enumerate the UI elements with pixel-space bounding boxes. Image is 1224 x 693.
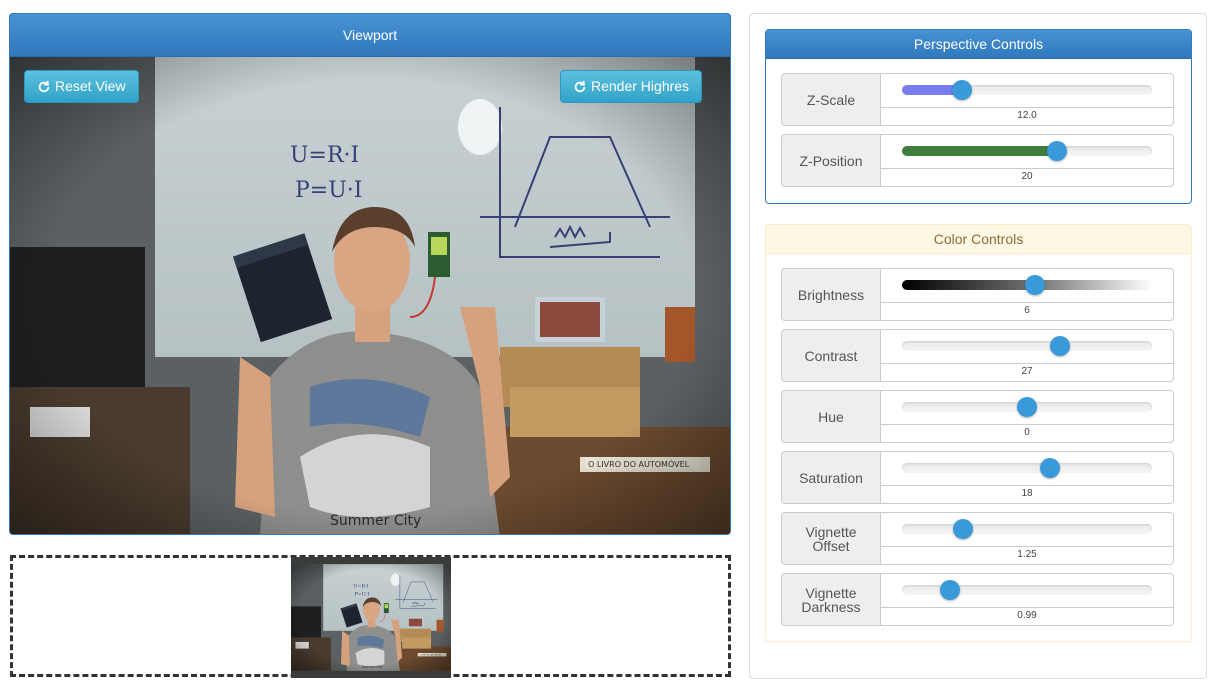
control-body: 27	[880, 329, 1174, 382]
control-row-brightness: Brightness 6	[781, 268, 1174, 321]
control-label: Brightness	[781, 268, 881, 321]
control-label: Contrast	[781, 329, 881, 382]
control-value: 27	[1021, 366, 1033, 377]
color-controls-panel: Color Controls Brightness 6 Contrast 27 Hue 0…	[765, 224, 1192, 642]
control-label: Saturation	[781, 451, 881, 504]
control-body: 18	[880, 451, 1174, 504]
slider[interactable]	[881, 330, 1173, 364]
slider-track[interactable]	[902, 141, 1152, 161]
control-value: 12.0	[1017, 110, 1037, 121]
viewport-title: Viewport	[10, 14, 730, 57]
control-value: 0.99	[1017, 610, 1037, 621]
control-body: 20	[880, 134, 1174, 187]
refresh-icon	[38, 80, 50, 92]
slider-track[interactable]	[902, 397, 1152, 417]
slider[interactable]	[881, 574, 1173, 608]
thumbnail-image[interactable]	[291, 557, 451, 678]
control-row-hue: Hue 0	[781, 390, 1174, 443]
slider-fill	[902, 146, 1057, 156]
slider-handle[interactable]	[1050, 336, 1070, 356]
viewport-canvas[interactable]: Reset View Render Highres	[10, 57, 730, 534]
slider-track[interactable]	[902, 336, 1152, 356]
control-value: 0	[1024, 427, 1030, 438]
control-body: 1.25	[880, 512, 1174, 565]
perspective-controls-title: Perspective Controls	[766, 30, 1191, 59]
slider-handle[interactable]	[1040, 458, 1060, 478]
controls-column: Perspective Controls Z-Scale 12.0 Z-Positi…	[749, 13, 1207, 679]
slider-handle[interactable]	[940, 580, 960, 600]
slider[interactable]	[881, 135, 1173, 169]
refresh-icon	[574, 80, 586, 92]
slider-track[interactable]	[902, 275, 1152, 295]
control-body: 12.0	[880, 73, 1174, 126]
slider-track[interactable]	[902, 580, 1152, 600]
slider[interactable]	[881, 452, 1173, 486]
slider[interactable]	[881, 513, 1173, 547]
render-highres-label: Render Highres	[591, 78, 690, 94]
reset-view-button[interactable]: Reset View	[24, 70, 139, 103]
control-label: Z-Scale	[781, 73, 881, 126]
reset-view-label: Reset View	[55, 78, 126, 94]
control-label: Hue	[781, 390, 881, 443]
slider-handle[interactable]	[953, 519, 973, 539]
control-body: 6	[880, 268, 1174, 321]
control-label: Vignette Darkness	[781, 573, 881, 626]
slider-track[interactable]	[902, 458, 1152, 478]
control-row-vignette-darkness: Vignette Darkness 0.99	[781, 573, 1174, 626]
control-value: 1.25	[1017, 549, 1037, 560]
slider[interactable]	[881, 74, 1173, 108]
control-value: 6	[1024, 305, 1030, 316]
control-row-vignette-offset: Vignette Offset 1.25	[781, 512, 1174, 565]
control-body: 0	[880, 390, 1174, 443]
slider-handle[interactable]	[952, 80, 972, 100]
slider[interactable]	[881, 269, 1173, 303]
control-row-saturation: Saturation 18	[781, 451, 1174, 504]
viewport-photo	[10, 57, 730, 534]
viewport-panel: Viewport Reset View Render Highres	[9, 13, 731, 535]
control-row-z-position: Z-Position 20	[781, 134, 1174, 187]
slider-handle[interactable]	[1017, 397, 1037, 417]
control-body: 0.99	[880, 573, 1174, 626]
slider-handle[interactable]	[1025, 275, 1045, 295]
thumbnail-photo	[291, 563, 451, 672]
slider-track[interactable]	[902, 80, 1152, 100]
thumbnail-drop-zone[interactable]	[10, 555, 731, 678]
slider[interactable]	[881, 391, 1173, 425]
perspective-controls-panel: Perspective Controls Z-Scale 12.0 Z-Positi…	[765, 29, 1192, 204]
control-label: Z-Position	[781, 134, 881, 187]
control-value: 20	[1021, 171, 1033, 182]
control-value: 18	[1021, 488, 1033, 499]
slider-track[interactable]	[902, 519, 1152, 539]
render-highres-button[interactable]: Render Highres	[560, 70, 703, 103]
slider-handle[interactable]	[1047, 141, 1067, 161]
control-row-z-scale: Z-Scale 12.0	[781, 73, 1174, 126]
control-row-contrast: Contrast 27	[781, 329, 1174, 382]
color-controls-title: Color Controls	[766, 225, 1191, 254]
control-label: Vignette Offset	[781, 512, 881, 565]
